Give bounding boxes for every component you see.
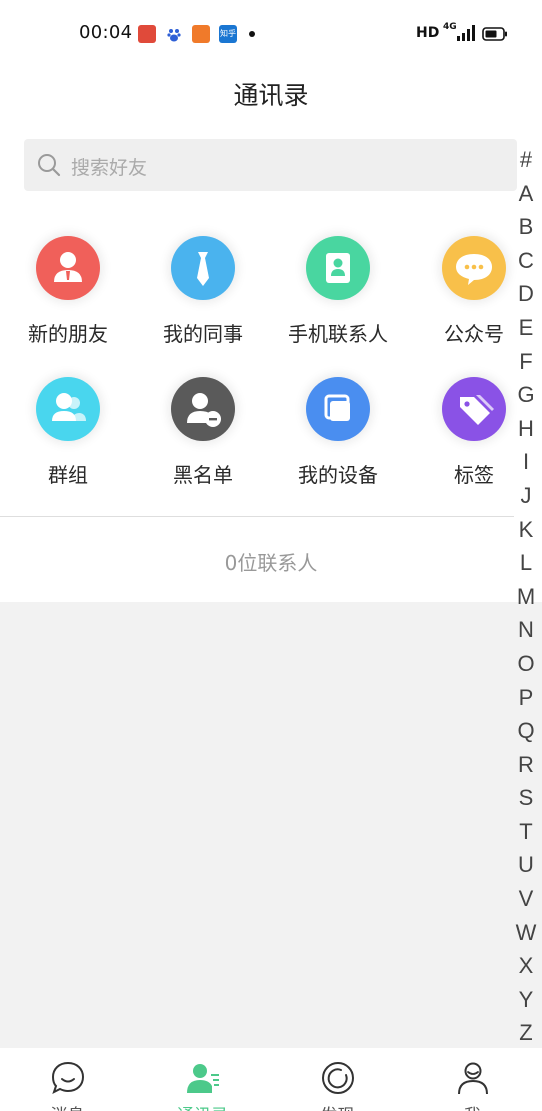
tag-icon bbox=[442, 377, 506, 441]
tab-contacts[interactable]: 通讯录 bbox=[135, 1048, 270, 1111]
alphabet-letter[interactable]: I bbox=[510, 445, 542, 479]
contact-count: 0位联系人 bbox=[224, 551, 318, 575]
alphabet-index[interactable]: # A B C D E F G H I J K L M N O P Q R S T U V W X Y Z bbox=[510, 143, 542, 1050]
profile-icon bbox=[458, 1062, 488, 1095]
group-icon bbox=[36, 377, 100, 441]
alphabet-letter[interactable]: Q bbox=[510, 714, 542, 748]
alphabet-letter[interactable]: F bbox=[510, 345, 542, 379]
divider bbox=[0, 516, 514, 517]
alphabet-letter[interactable]: H bbox=[510, 412, 542, 446]
tab-discover[interactable]: 发现 bbox=[270, 1048, 405, 1111]
app-orange-icon bbox=[192, 25, 210, 43]
phone-contact-icon bbox=[306, 236, 370, 300]
alphabet-letter[interactable]: V bbox=[510, 882, 542, 916]
search-placeholder: 搜索好友 bbox=[71, 157, 148, 179]
hd-label: HD bbox=[416, 25, 440, 41]
status-time: 00:04 bbox=[79, 22, 133, 43]
search-icon bbox=[38, 154, 61, 177]
chat-bubble-icon bbox=[442, 236, 506, 300]
alphabet-letter[interactable]: X bbox=[510, 949, 542, 983]
alphabet-letter[interactable]: G bbox=[510, 378, 542, 412]
discover-icon bbox=[322, 1062, 354, 1094]
alphabet-letter[interactable]: Z bbox=[510, 1016, 542, 1050]
grid-item-groups[interactable]: 群组 bbox=[3, 377, 133, 497]
bottom-nav: 消息 通讯录 发现 我 bbox=[0, 1048, 542, 1111]
tab-profile-label: 我 bbox=[405, 1101, 540, 1111]
alphabet-letter[interactable]: N bbox=[510, 613, 542, 647]
grid-label-phone-contacts: 手机联系人 bbox=[288, 322, 388, 346]
device-icon bbox=[306, 377, 370, 441]
alphabet-letter[interactable]: M bbox=[510, 580, 542, 614]
alphabet-letter[interactable]: D bbox=[510, 277, 542, 311]
battery-icon bbox=[482, 27, 507, 41]
alphabet-letter[interactable]: P bbox=[510, 681, 542, 715]
alphabet-letter[interactable]: L bbox=[510, 546, 542, 580]
grid-label-colleagues: 我的同事 bbox=[163, 322, 243, 346]
message-icon bbox=[51, 1061, 85, 1094]
grid-item-new-friends[interactable]: 新的朋友 bbox=[3, 236, 133, 356]
alphabet-letter[interactable]: # bbox=[510, 143, 542, 177]
tab-contacts-label: 通讯录 bbox=[135, 1101, 270, 1111]
grid-label-new-friends: 新的朋友 bbox=[28, 322, 108, 346]
baidu-icon bbox=[165, 25, 183, 43]
alphabet-letter[interactable]: U bbox=[510, 848, 542, 882]
zhihu-icon: 知乎 bbox=[219, 25, 237, 43]
contacts-icon bbox=[187, 1064, 219, 1093]
grid-label-my-devices: 我的设备 bbox=[298, 463, 378, 487]
grid-label-groups: 群组 bbox=[48, 463, 88, 487]
alphabet-letter[interactable]: T bbox=[510, 815, 542, 849]
search-input[interactable]: 搜索好友 bbox=[24, 139, 517, 191]
tab-profile[interactable]: 我 bbox=[405, 1048, 540, 1111]
tab-discover-label: 发现 bbox=[270, 1101, 405, 1111]
status-bar: 00:04 知乎 HD 4G bbox=[0, 0, 542, 66]
alphabet-letter[interactable]: B bbox=[510, 210, 542, 244]
page-title: 通讯录 bbox=[233, 81, 309, 110]
alphabet-letter[interactable]: C bbox=[510, 244, 542, 278]
signal-icon bbox=[457, 25, 475, 41]
alphabet-letter[interactable]: A bbox=[510, 177, 542, 211]
alphabet-letter[interactable]: J bbox=[510, 479, 542, 513]
alphabet-letter[interactable]: R bbox=[510, 748, 542, 782]
grid-item-my-devices[interactable]: 我的设备 bbox=[273, 377, 403, 497]
grid-item-colleagues[interactable]: 我的同事 bbox=[138, 236, 268, 356]
grid-item-phone-contacts[interactable]: 手机联系人 bbox=[273, 236, 403, 356]
tie-icon bbox=[171, 236, 235, 300]
alphabet-letter[interactable]: S bbox=[510, 781, 542, 815]
blacklist-icon bbox=[171, 377, 235, 441]
tab-messages-label: 消息 bbox=[0, 1101, 135, 1111]
app-red-icon bbox=[138, 25, 156, 43]
tab-messages[interactable]: 消息 bbox=[0, 1048, 135, 1111]
new-friend-icon bbox=[36, 236, 100, 300]
grid-item-blacklist[interactable]: 黑名单 bbox=[138, 377, 268, 497]
grid-label-blacklist: 黑名单 bbox=[173, 463, 233, 487]
alphabet-letter[interactable]: Y bbox=[510, 983, 542, 1017]
alphabet-letter[interactable]: E bbox=[510, 311, 542, 345]
alphabet-letter[interactable]: O bbox=[510, 647, 542, 681]
alphabet-letter[interactable]: K bbox=[510, 513, 542, 547]
alphabet-letter[interactable]: W bbox=[510, 916, 542, 950]
notification-dot bbox=[249, 31, 255, 37]
